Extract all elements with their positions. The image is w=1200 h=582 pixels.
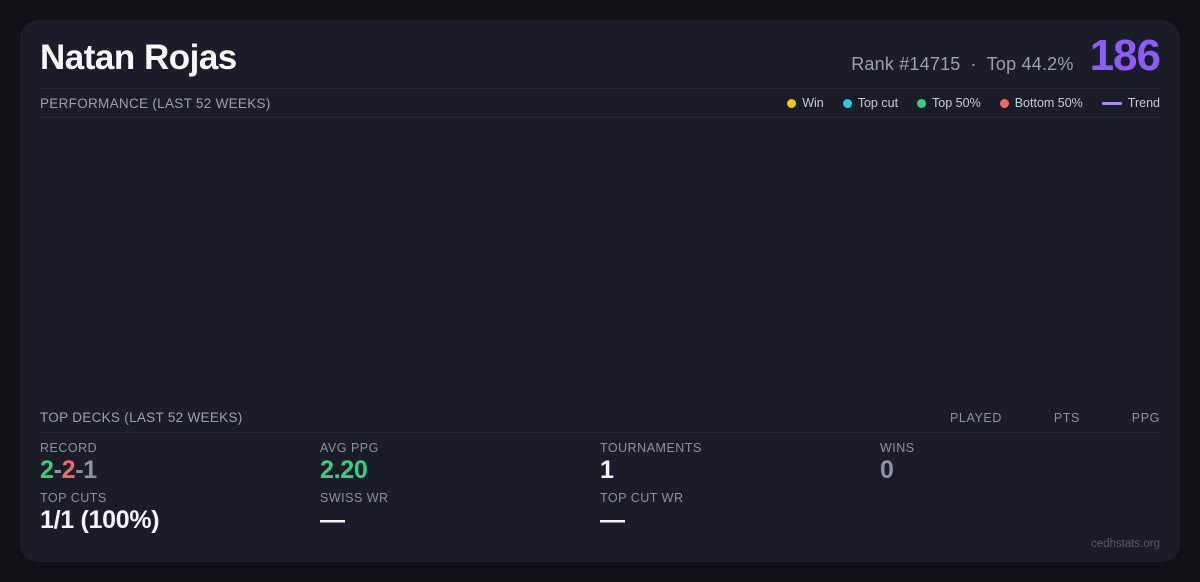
legend-item-top50: Top 50%: [917, 96, 981, 110]
stat-swiss-wr: SWISS WR —: [320, 491, 600, 538]
chart-legend: Win Top cut Top 50% Bottom 50% Trend: [787, 96, 1160, 110]
watermark: cedhstats.org: [1090, 538, 1160, 550]
stat-label: SWISS WR: [320, 491, 389, 506]
column-header-ppg: PPG: [1131, 410, 1160, 425]
card-header: Natan Rojas Rank #14715 · Top 44.2% 186: [40, 31, 1161, 88]
separator-dot: ·: [970, 54, 977, 74]
stat-label: TOP CUTS: [40, 491, 107, 506]
stats-grid: RECORD 2-2-1 AVG PPG 2.20 TOURNAMENTS 1 …: [40, 433, 1160, 539]
top-cut-wr-value: —: [600, 506, 625, 535]
stat-label: RECORD: [40, 440, 98, 455]
legend-item-bottom50: Bottom 50%: [999, 96, 1083, 110]
header-rank-group: Rank #14715 · Top 44.2% 186: [851, 31, 1161, 80]
score-value: 186: [1089, 31, 1161, 80]
stat-label: AVG PPG: [320, 440, 379, 455]
top-decks-section-title: TOP DECKS (LAST 52 WEEKS): [40, 410, 243, 425]
stat-top-cut-wr: TOP CUT WR —: [600, 491, 880, 538]
top-decks-header-row: TOP DECKS (LAST 52 WEEKS) PLAYED PTS PPG: [40, 404, 1160, 432]
swiss-wr-value: —: [320, 506, 345, 535]
stat-record: RECORD 2-2-1: [40, 441, 320, 488]
record-draws: 1: [83, 455, 97, 484]
legend-item-topcut: Top cut: [842, 96, 899, 110]
legend-label: Win: [802, 96, 824, 110]
legend-label: Top cut: [857, 96, 899, 110]
stat-top-cuts: TOP CUTS 1/1 (100%): [40, 491, 320, 538]
record-losses: 2: [61, 455, 76, 484]
performance-section-title: PERFORMANCE (LAST 52 WEEKS): [40, 95, 271, 111]
page-title: Natan Rojas: [40, 37, 237, 77]
rank-text: Rank #14715: [851, 54, 961, 74]
legend-label: Bottom 50%: [1014, 96, 1083, 110]
bottom50-dot-icon: [999, 98, 1009, 108]
stat-avg-ppg: AVG PPG 2.20: [320, 441, 600, 488]
rank-line: Rank #14715 · Top 44.2%: [851, 54, 1073, 75]
stat-label: TOURNAMENTS: [600, 440, 702, 455]
top-decks-column-headers: PLAYED PTS PPG: [932, 411, 1160, 425]
performance-header-row: PERFORMANCE (LAST 52 WEEKS) Win Top cut …: [40, 89, 1160, 117]
player-stats-card: Natan Rojas Rank #14715 · Top 44.2% 186 …: [20, 20, 1180, 562]
top50-dot-icon: [917, 98, 927, 108]
top-cuts-value: 1/1 (100%): [40, 506, 160, 535]
legend-label: Top 50%: [932, 96, 981, 110]
column-header-pts: PTS: [1053, 410, 1080, 425]
tournaments-value: 1: [600, 455, 614, 484]
trend-line-icon: [1101, 101, 1122, 105]
record-wins: 2: [40, 455, 54, 484]
topcut-dot-icon: [842, 98, 852, 108]
record-value: 2-2-1: [40, 456, 320, 485]
top-percent-text: Top 44.2%: [986, 54, 1074, 74]
legend-item-win: Win: [787, 96, 824, 110]
win-dot-icon: [787, 98, 797, 108]
stat-wins: WINS 0: [880, 441, 1160, 488]
record-separator: -: [53, 455, 62, 484]
legend-item-trend: Trend: [1101, 96, 1160, 110]
column-header-played: PLAYED: [949, 410, 1002, 425]
stat-label: TOP CUT WR: [600, 491, 684, 506]
wins-value: 0: [880, 455, 894, 484]
stat-empty: [880, 491, 1160, 538]
stat-label: WINS: [880, 440, 915, 455]
stat-tournaments: TOURNAMENTS 1: [600, 441, 880, 488]
performance-chart: [40, 118, 1160, 404]
avg-ppg-value: 2.20: [320, 455, 368, 484]
legend-label: Trend: [1127, 96, 1160, 110]
